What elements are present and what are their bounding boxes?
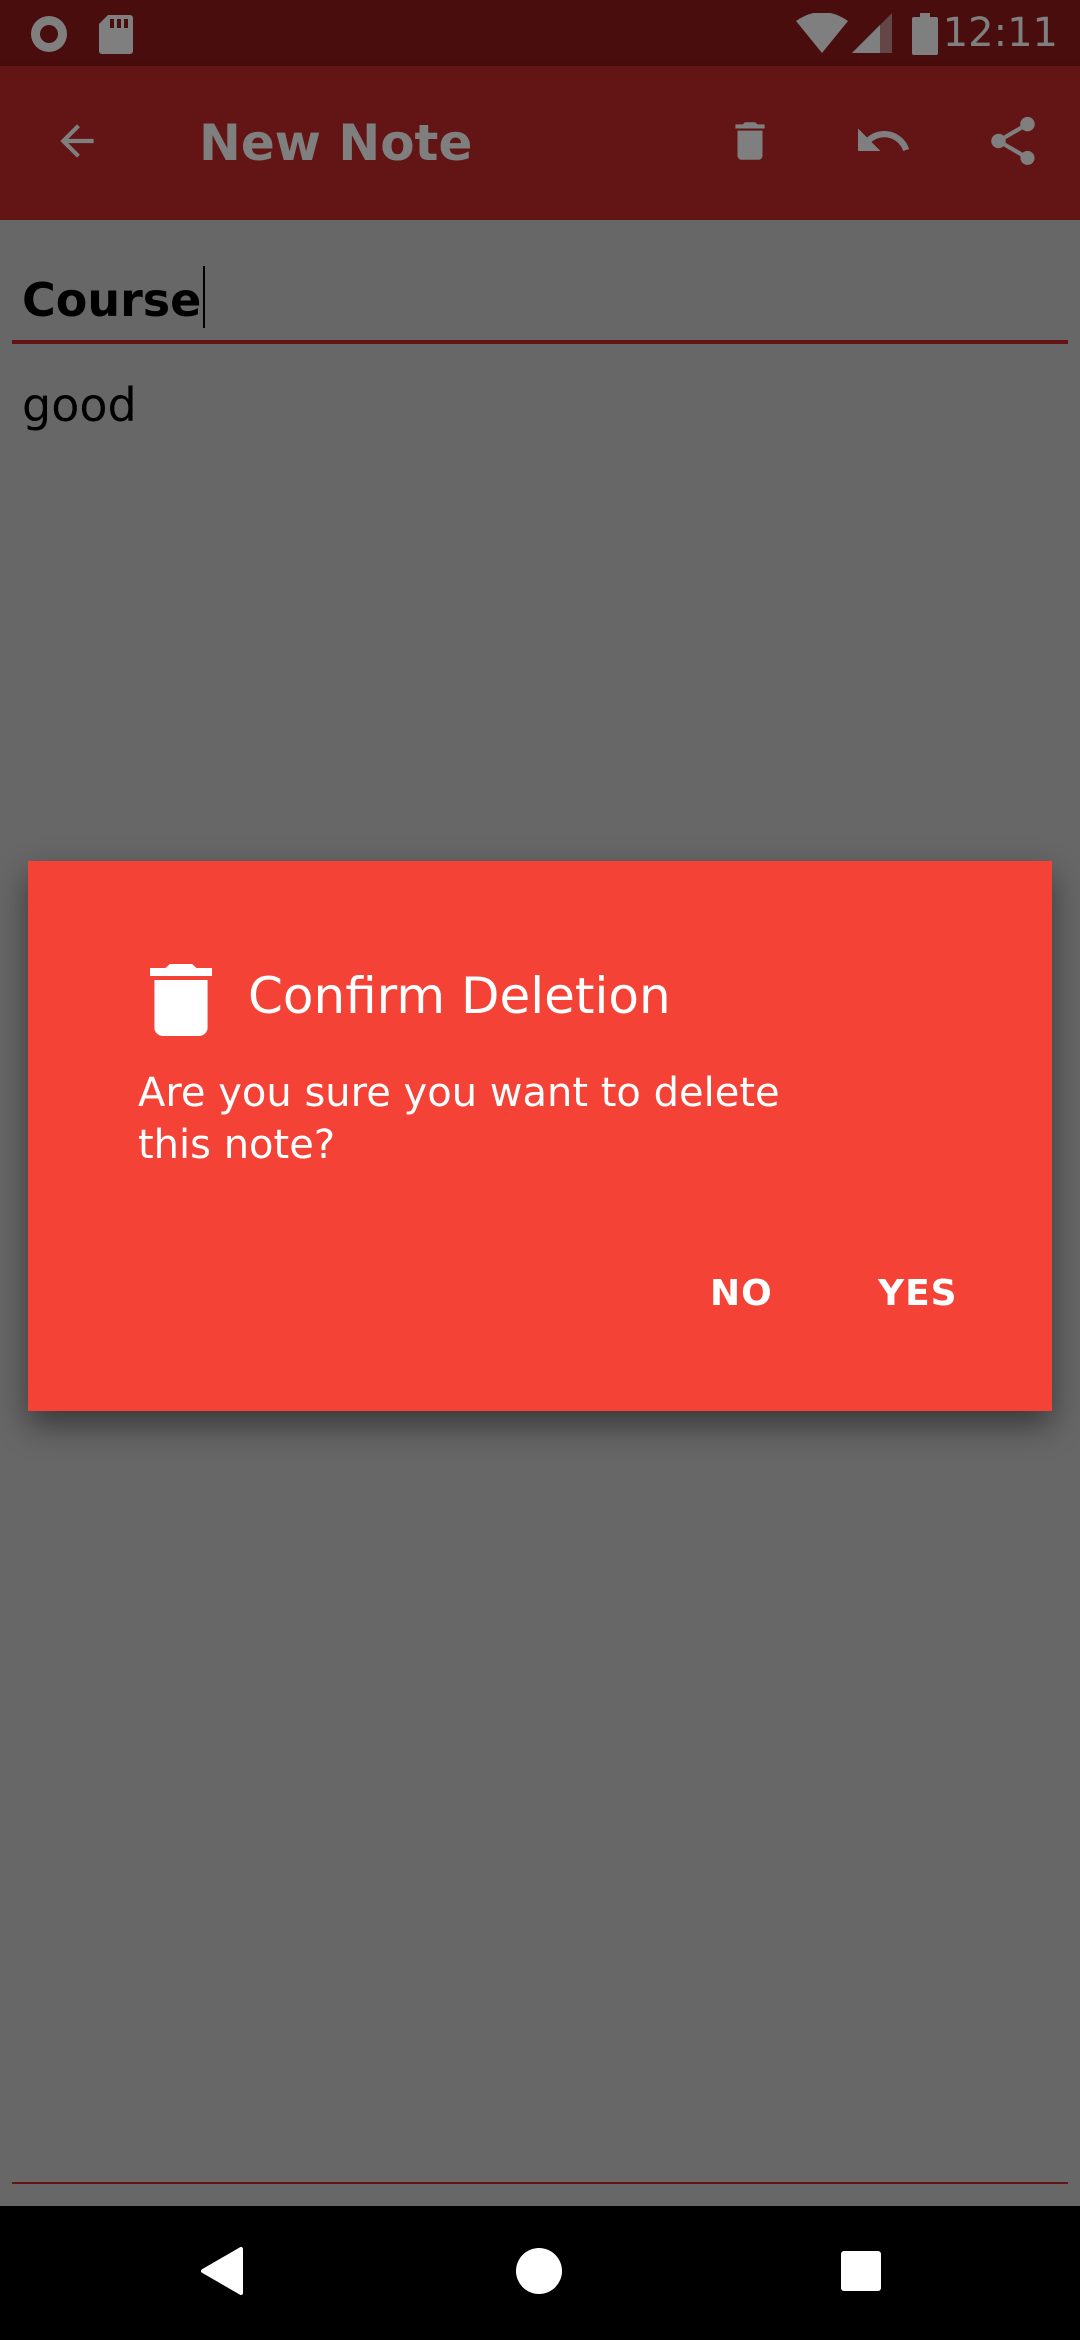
dialog-title: Confirm Deletion [248,967,671,1025]
nav-back-button[interactable] [141,2206,301,2340]
navigation-bar [0,2206,1080,2340]
nav-home-button[interactable] [459,2206,619,2340]
no-button[interactable]: NO [686,1243,797,1343]
home-icon [515,2247,563,2299]
nav-recents-button[interactable] [781,2206,941,2340]
dialog-message: Are you sure you want to delete this not… [138,1070,780,1168]
confirm-deletion-dialog: Confirm Deletion Are you sure you want t… [28,861,1052,1411]
yes-button[interactable]: YES [854,1243,982,1343]
back-icon [199,2247,243,2299]
delete-icon [150,964,212,1040]
recents-icon [840,2250,882,2296]
